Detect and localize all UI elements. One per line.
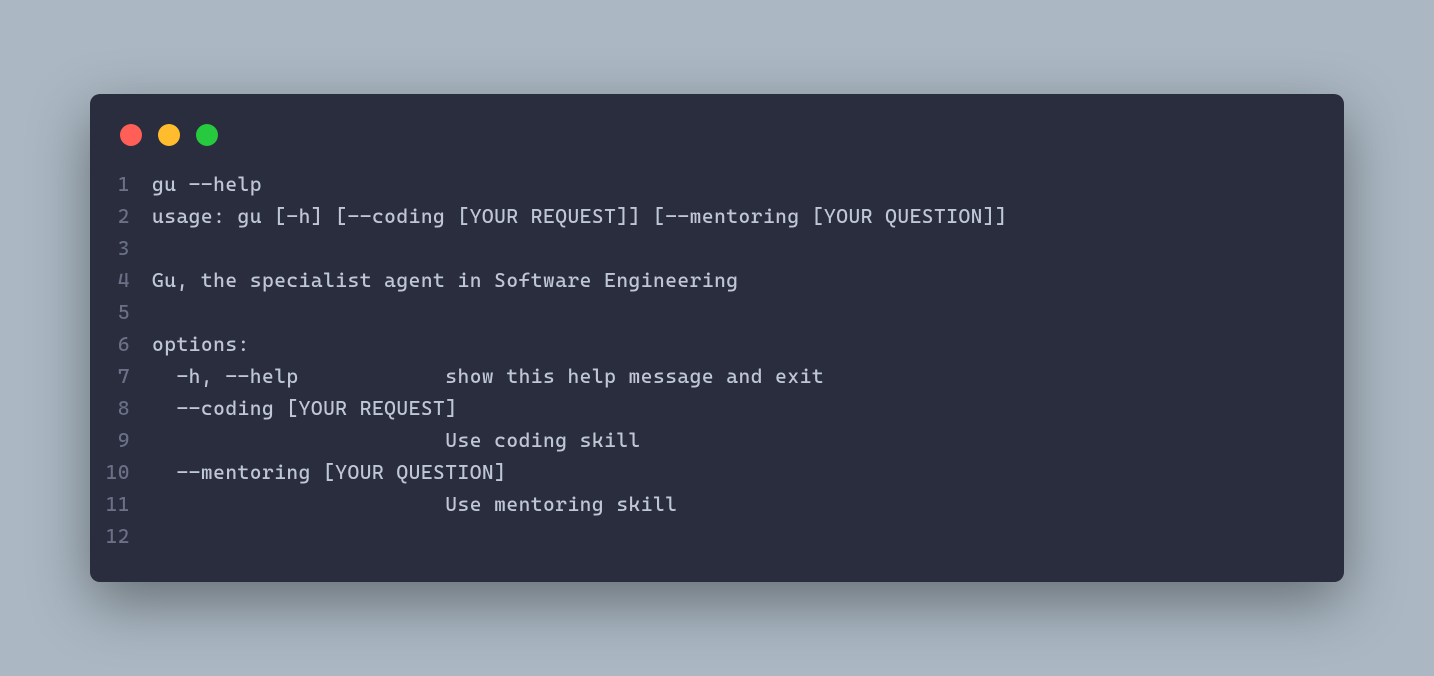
line-content: -h, --help show this help message and ex… [152,360,1314,392]
close-icon[interactable] [120,124,142,146]
code-line: 9 Use coding skill [90,424,1314,456]
terminal-window: 1 gu --help 2 usage: gu [-h] [--coding [… [90,94,1344,582]
line-number: 4 [90,264,152,296]
line-content: gu --help [152,168,1314,200]
line-content: --coding [YOUR REQUEST] [152,392,1314,424]
code-line: 8 --coding [YOUR REQUEST] [90,392,1314,424]
code-line: 11 Use mentoring skill [90,488,1314,520]
line-number: 12 [90,520,152,552]
titlebar [90,94,1344,168]
line-number: 6 [90,328,152,360]
line-content [152,520,1314,552]
line-content: usage: gu [-h] [--coding [YOUR REQUEST]]… [152,200,1314,232]
line-number: 2 [90,200,152,232]
code-line: 6 options: [90,328,1314,360]
line-number: 11 [90,488,152,520]
line-number: 5 [90,296,152,328]
line-content: --mentoring [YOUR QUESTION] [152,456,1314,488]
code-line: 2 usage: gu [-h] [--coding [YOUR REQUEST… [90,200,1314,232]
code-line: 5 [90,296,1314,328]
code-line: 12 [90,520,1314,552]
code-line: 7 -h, --help show this help message and … [90,360,1314,392]
code-line: 1 gu --help [90,168,1314,200]
line-number: 1 [90,168,152,200]
line-content [152,232,1314,264]
line-content: Use mentoring skill [152,488,1314,520]
code-line: 10 --mentoring [YOUR QUESTION] [90,456,1314,488]
line-number: 9 [90,424,152,456]
line-number: 8 [90,392,152,424]
line-number: 7 [90,360,152,392]
line-number: 10 [90,456,152,488]
code-line: 3 [90,232,1314,264]
code-line: 4 Gu, the specialist agent in Software E… [90,264,1314,296]
line-content: Use coding skill [152,424,1314,456]
line-number: 3 [90,232,152,264]
maximize-icon[interactable] [196,124,218,146]
line-content: Gu, the specialist agent in Software Eng… [152,264,1314,296]
code-area: 1 gu --help 2 usage: gu [-h] [--coding [… [90,168,1344,552]
line-content [152,296,1314,328]
line-content: options: [152,328,1314,360]
minimize-icon[interactable] [158,124,180,146]
